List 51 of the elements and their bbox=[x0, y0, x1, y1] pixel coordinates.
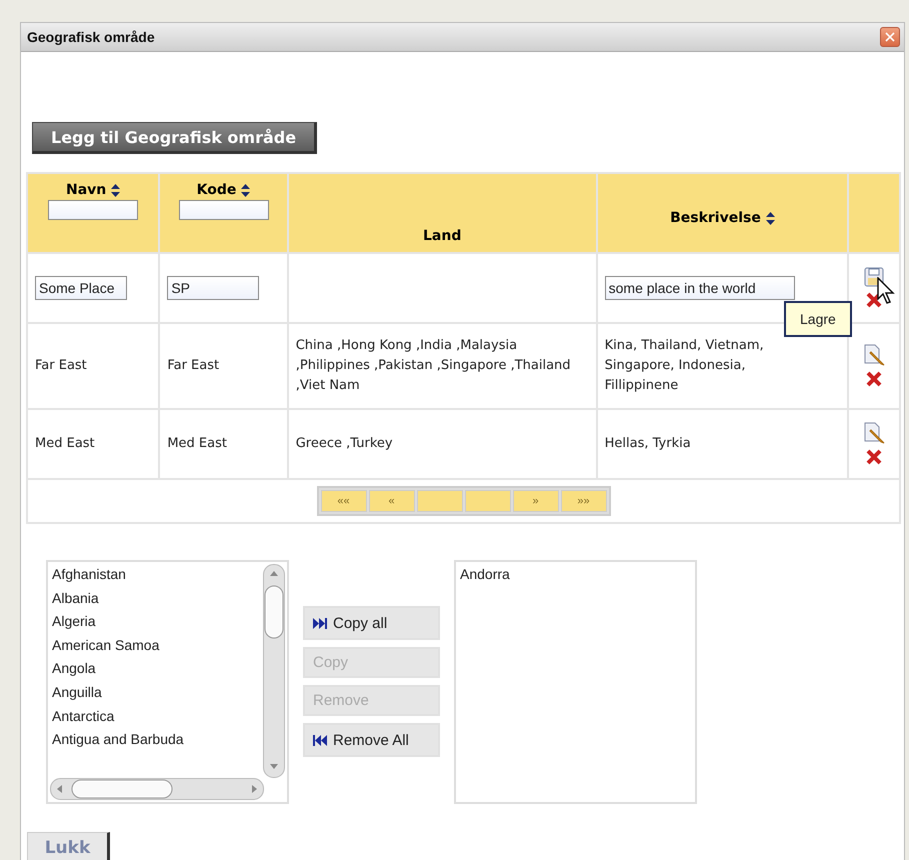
pager-button[interactable]: » bbox=[512, 490, 558, 512]
list-item[interactable]: American Samoa bbox=[52, 636, 184, 653]
column-header[interactable]: Beskrivelse bbox=[596, 173, 848, 253]
list-item[interactable]: Anguilla bbox=[52, 684, 184, 700]
selected-list[interactable]: Andorra bbox=[454, 560, 697, 804]
edit-icon[interactable] bbox=[863, 422, 886, 444]
table-cell-text: Far East bbox=[167, 357, 220, 375]
cursor-icon bbox=[877, 277, 895, 305]
list-item[interactable]: Albania bbox=[52, 590, 184, 606]
save-icon[interactable] bbox=[864, 267, 884, 287]
list-item[interactable]: Antigua and Barbuda bbox=[52, 731, 184, 748]
pager-button[interactable]: «« bbox=[320, 490, 366, 512]
close-icon[interactable] bbox=[885, 32, 895, 42]
pager-button[interactable]: »» bbox=[560, 490, 606, 512]
sort-icon[interactable] bbox=[111, 184, 120, 197]
column-header[interactable]: Navn bbox=[27, 173, 160, 253]
vertical-scrollbar[interactable] bbox=[263, 564, 285, 778]
available-list[interactable]: Afghanistan Albania Algeria American Samoa Angola Anguilla Antarctica Antigua and Barbuda bbox=[46, 560, 289, 804]
skip-back-icon bbox=[313, 734, 327, 746]
beskrivelse-field[interactable]: some place in the world bbox=[604, 276, 795, 300]
table-cell-text: China ,Hong Kong ,India ,Malaysia ,Philippines ,Pakistan ,Singapore ,Thailand ,Viet Nam bbox=[296, 337, 572, 395]
list-item[interactable]: Angola bbox=[52, 660, 184, 676]
list-item[interactable]: Afghanistan bbox=[52, 566, 184, 582]
filter-field[interactable] bbox=[178, 200, 269, 220]
table-cell-text: Med East bbox=[167, 435, 228, 453]
tooltip: Lagre bbox=[784, 301, 852, 337]
edit-icon[interactable] bbox=[863, 344, 886, 366]
horizontal-scrollbar[interactable] bbox=[50, 778, 264, 800]
table-cell-text: Greece ,Turkey bbox=[296, 435, 394, 453]
transfer-all-button[interactable]: Copy all bbox=[303, 606, 440, 640]
list-item[interactable]: Antarctica bbox=[52, 708, 184, 724]
table-cell-text: Kina, Thailand, Vietnam, Singapore, Indonesia, Fillippinene bbox=[604, 337, 765, 395]
add-button[interactable]: Legg til Geografisk område bbox=[32, 122, 318, 154]
pager-button[interactable]: « bbox=[368, 490, 414, 512]
transfer-all-button[interactable]: Remove All bbox=[303, 723, 440, 757]
close-button[interactable] bbox=[880, 27, 900, 47]
list-item[interactable]: Algeria bbox=[52, 613, 184, 630]
table-cell-text: Far East bbox=[35, 357, 88, 375]
sort-icon[interactable] bbox=[766, 212, 775, 225]
window-title: Geografisk område bbox=[27, 29, 155, 45]
delete-icon[interactable] bbox=[865, 291, 884, 309]
table-cell-text: Med East bbox=[35, 435, 96, 453]
table-cell-text: Hellas, Tyrkia bbox=[604, 435, 692, 453]
column-header: Land bbox=[288, 173, 597, 253]
list-item[interactable]: Andorra bbox=[460, 566, 510, 582]
filter-field[interactable] bbox=[48, 200, 138, 220]
navn-field[interactable]: Some Place bbox=[35, 276, 127, 300]
sort-icon[interactable] bbox=[241, 184, 250, 197]
skip-forward-icon bbox=[313, 618, 327, 628]
column-header[interactable]: Kode bbox=[159, 173, 288, 253]
kode-field[interactable]: SP bbox=[167, 276, 260, 300]
